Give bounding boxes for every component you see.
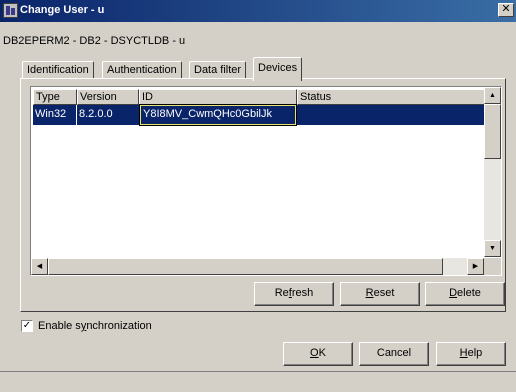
enable-sync-checkbox[interactable]: ✓ [21,320,33,332]
table-row[interactable]: Win32 8.2.0.0 Y8I8MV_CwmQHc0GbilJk [33,104,485,126]
cancel-button[interactable]: Cancel [359,342,429,366]
tab-authentication[interactable]: Authentication [102,61,182,79]
reset-button[interactable]: Reset [340,282,420,306]
scroll-left-button[interactable]: ◀ [31,258,48,275]
scroll-down-button[interactable]: ▼ [484,240,501,257]
vertical-scrollbar[interactable]: ▲ ▼ [484,87,501,257]
column-header-status[interactable]: Status [297,89,485,105]
close-button[interactable]: ✕ [498,3,514,17]
label-text: nchronization [86,320,152,332]
help-button[interactable]: Help [436,342,506,366]
column-header-type[interactable]: Type [33,89,77,105]
cell-type: Win32 [33,105,77,125]
cell-status [297,105,485,125]
window-title: Change User - u [20,4,105,16]
title-bar: Change User - u ✕ [0,0,516,22]
cell-version: 8.2.0.0 [79,108,113,120]
app-icon [3,3,18,18]
horizontal-scrollbar[interactable]: ◀ ▶ [31,258,484,275]
table-header: Type Version ID Status [33,89,485,105]
status-bar [0,371,516,392]
tab-label: Identification [27,64,89,76]
object-path: DB2EPERM2 - DB2 - DSYCTLDB - u [3,35,186,47]
tab-label: Data filter [194,64,242,76]
label-text: Enable s [38,320,81,332]
button-label: resh [291,287,314,299]
tab-label: Devices [258,62,298,74]
button-label: Re [274,287,289,299]
scroll-right-button[interactable]: ▶ [467,258,484,275]
accelerator-key: O [310,347,319,359]
enable-sync-label: Enable synchronization [38,320,152,332]
button-label: eset [373,287,395,299]
tab-data-filter[interactable]: Data filter [189,61,247,79]
ok-button[interactable]: OK [283,342,353,366]
accelerator-key: D [449,287,458,299]
cell-id-editor[interactable]: Y8I8MV_CwmQHc0GbilJk [139,104,297,126]
tab-identification[interactable]: Identification [22,61,94,79]
button-label: elp [467,347,483,359]
button-label: K [318,347,326,359]
delete-button[interactable]: Delete [425,282,505,306]
column-header-version[interactable]: Version [77,89,139,105]
button-label: elete [457,287,481,299]
accelerator-key: R [365,287,374,299]
tab-label: Authentication [107,64,177,76]
horizontal-scroll-thumb[interactable] [48,258,443,275]
scroll-up-button[interactable]: ▲ [484,87,501,104]
refresh-button[interactable]: Refresh [254,282,334,306]
devices-table: Type Version ID Status Win32 8.2.0.0 Y8I… [30,86,502,276]
accelerator-key: H [459,347,468,359]
vertical-scroll-thumb[interactable] [484,104,501,159]
scroll-corner [484,258,501,275]
tab-devices[interactable]: Devices [253,57,303,81]
column-header-id[interactable]: ID [139,89,297,105]
